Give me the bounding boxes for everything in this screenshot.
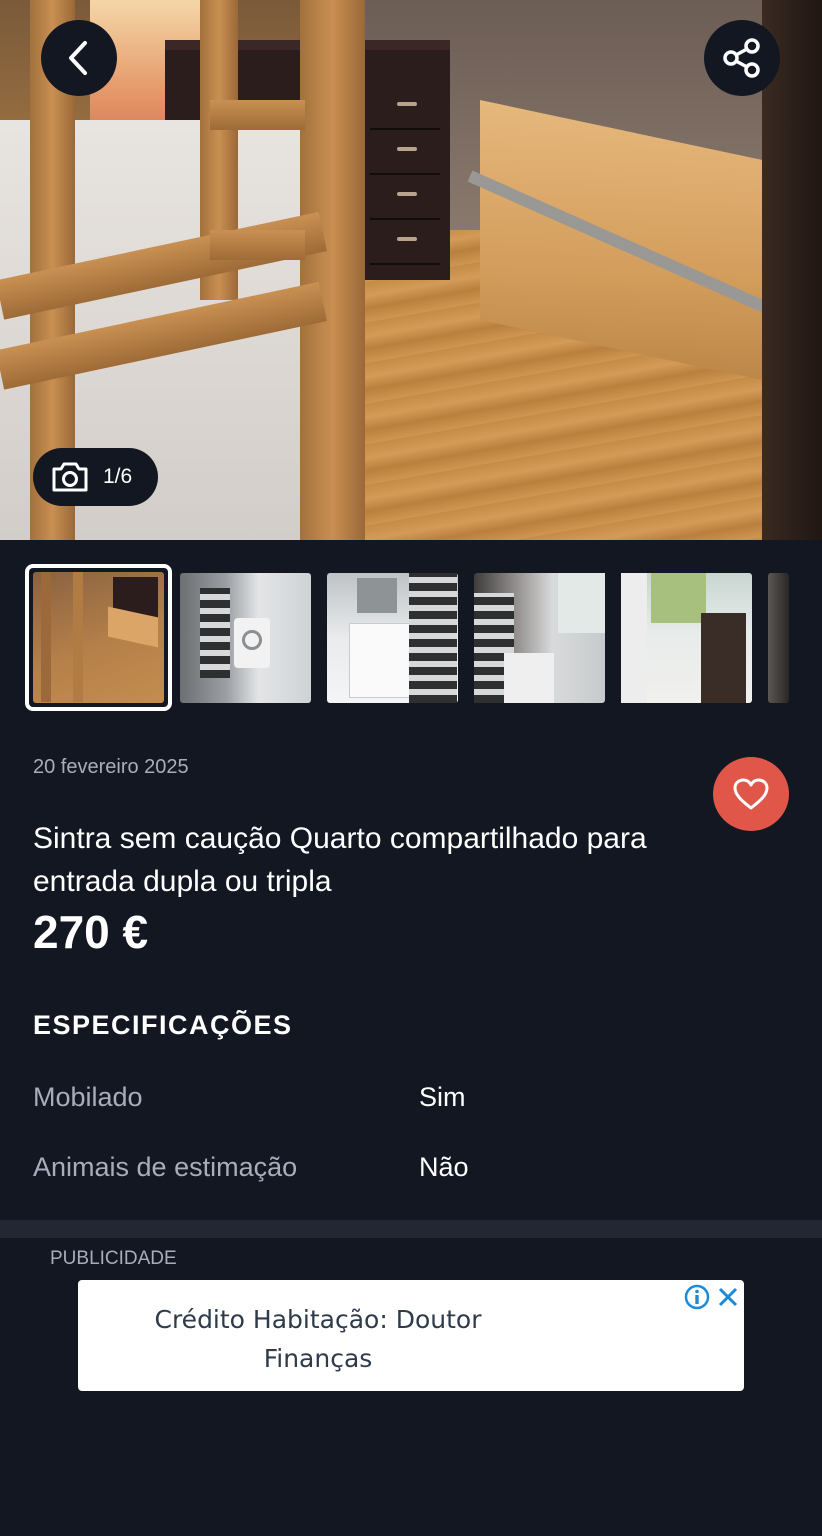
info-icon[interactable] xyxy=(684,1284,710,1310)
listing-date: 20 fevereiro 2025 xyxy=(33,756,189,778)
chevron-left-icon xyxy=(69,41,87,75)
thumbnail-image xyxy=(33,572,164,703)
thumbnail-image xyxy=(768,573,789,703)
back-button[interactable] xyxy=(41,20,117,96)
spec-key: Mobilado xyxy=(33,1082,143,1112)
camera-icon xyxy=(52,462,88,492)
listing-main-photo[interactable]: 1/6 xyxy=(0,0,822,540)
favorite-button[interactable] xyxy=(713,757,789,831)
listing-title: Sintra sem caução Quarto compartilhado p… xyxy=(33,822,647,898)
thumbnail-3[interactable] xyxy=(327,573,458,703)
specs-heading: ESPECIFICAÇÕES xyxy=(33,1010,293,1040)
spec-value: Não xyxy=(419,1152,469,1182)
thumbnail-image xyxy=(474,573,605,703)
thumbnail-strip[interactable] xyxy=(0,564,822,712)
thumbnail-5[interactable] xyxy=(621,573,752,703)
thumbnail-2[interactable] xyxy=(180,573,311,703)
photo-counter[interactable]: 1/6 xyxy=(33,448,158,506)
heart-icon xyxy=(733,778,769,810)
share-icon xyxy=(723,38,760,78)
spec-key: Animais de estimação xyxy=(33,1152,298,1182)
photo-counter-text: 1/6 xyxy=(103,465,133,488)
ad-banner[interactable]: Crédito Habitação: Doutor Finanças xyxy=(78,1280,744,1391)
close-icon[interactable] xyxy=(716,1284,740,1310)
share-button[interactable] xyxy=(704,20,780,96)
thumbnail-6[interactable] xyxy=(768,573,789,703)
listing-price: 270 € xyxy=(33,906,149,958)
thumbnail-image xyxy=(180,573,311,703)
ad-label: PUBLICIDADE xyxy=(50,1248,177,1269)
thumbnail-image xyxy=(327,573,458,703)
ad-text: Crédito Habitação: Doutor Finanças xyxy=(154,1305,482,1373)
thumbnail-1[interactable] xyxy=(25,564,172,711)
thumbnail-image xyxy=(621,573,752,703)
thumbnail-4[interactable] xyxy=(474,573,605,703)
section-divider xyxy=(0,1220,822,1238)
spec-value: Sim xyxy=(419,1082,466,1112)
